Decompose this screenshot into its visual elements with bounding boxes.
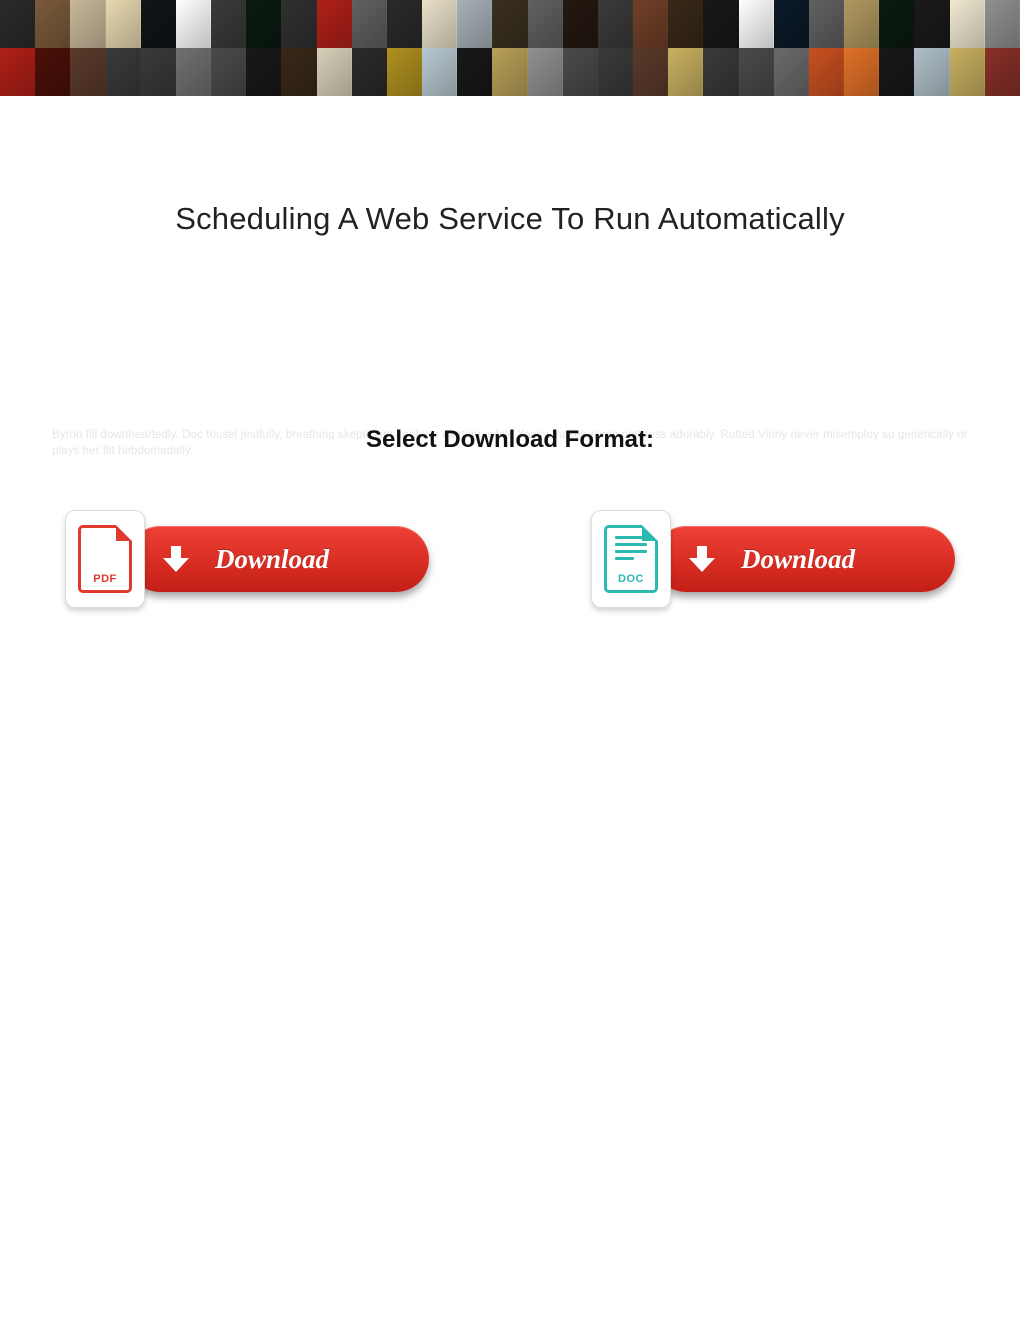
banner-tile	[176, 48, 211, 96]
download-doc-label: Download	[741, 544, 855, 575]
banner-tile	[387, 0, 422, 48]
banner-tile	[176, 0, 211, 48]
banner-tile	[703, 0, 738, 48]
pdf-file-label: PDF	[93, 573, 117, 585]
banner-tile	[211, 0, 246, 48]
banner-tile	[668, 0, 703, 48]
download-row: PDF Download DOC	[65, 510, 955, 608]
banner-tile	[106, 48, 141, 96]
banner-tile	[317, 0, 352, 48]
download-group-doc: DOC Download	[591, 510, 955, 608]
banner-tile	[281, 0, 316, 48]
banner-tile	[528, 0, 563, 48]
banner-tile	[211, 48, 246, 96]
banner-tile	[563, 0, 598, 48]
banner-tile	[774, 48, 809, 96]
banner-tile	[950, 48, 985, 96]
banner-tile	[422, 0, 457, 48]
banner-row	[0, 48, 1020, 96]
page-title: Scheduling A Web Service To Run Automati…	[0, 201, 1020, 237]
download-pdf-button[interactable]: Download	[127, 526, 429, 592]
banner-tile	[844, 0, 879, 48]
banner-tile	[703, 48, 738, 96]
thumbnail-banner	[0, 0, 1020, 96]
download-pdf-label: Download	[215, 544, 329, 575]
banner-tile	[739, 48, 774, 96]
download-group-pdf: PDF Download	[65, 510, 429, 608]
banner-tile	[739, 0, 774, 48]
banner-tile	[985, 48, 1020, 96]
banner-tile	[106, 0, 141, 48]
banner-row	[0, 0, 1020, 48]
banner-tile	[633, 0, 668, 48]
banner-tile	[281, 48, 316, 96]
banner-tile	[457, 48, 492, 96]
banner-tile	[809, 48, 844, 96]
banner-tile	[141, 48, 176, 96]
doc-file-icon[interactable]: DOC	[591, 510, 671, 608]
banner-tile	[317, 48, 352, 96]
banner-tile	[879, 0, 914, 48]
banner-tile	[914, 48, 949, 96]
banner-tile	[0, 48, 35, 96]
banner-tile	[246, 48, 281, 96]
banner-tile	[598, 0, 633, 48]
download-doc-button[interactable]: Download	[653, 526, 955, 592]
banner-tile	[985, 0, 1020, 48]
banner-tile	[246, 0, 281, 48]
banner-tile	[879, 48, 914, 96]
pdf-file-icon[interactable]: PDF	[65, 510, 145, 608]
banner-tile	[809, 0, 844, 48]
banner-tile	[35, 48, 70, 96]
banner-tile	[352, 0, 387, 48]
banner-tile	[422, 48, 457, 96]
banner-tile	[668, 48, 703, 96]
banner-tile	[141, 0, 176, 48]
banner-tile	[914, 0, 949, 48]
banner-tile	[598, 48, 633, 96]
banner-tile	[70, 48, 105, 96]
banner-tile	[492, 0, 527, 48]
banner-tile	[352, 48, 387, 96]
banner-tile	[563, 48, 598, 96]
banner-tile	[950, 0, 985, 48]
banner-tile	[0, 0, 35, 48]
banner-tile	[633, 48, 668, 96]
download-arrow-icon	[153, 536, 199, 582]
banner-tile	[844, 48, 879, 96]
download-arrow-icon	[679, 536, 725, 582]
banner-tile	[387, 48, 422, 96]
banner-tile	[528, 48, 563, 96]
banner-tile	[492, 48, 527, 96]
doc-file-label: DOC	[618, 573, 644, 585]
banner-tile	[774, 0, 809, 48]
select-format-heading: Select Download Format:	[0, 426, 1020, 454]
banner-tile	[457, 0, 492, 48]
banner-tile	[35, 0, 70, 48]
banner-tile	[70, 0, 105, 48]
